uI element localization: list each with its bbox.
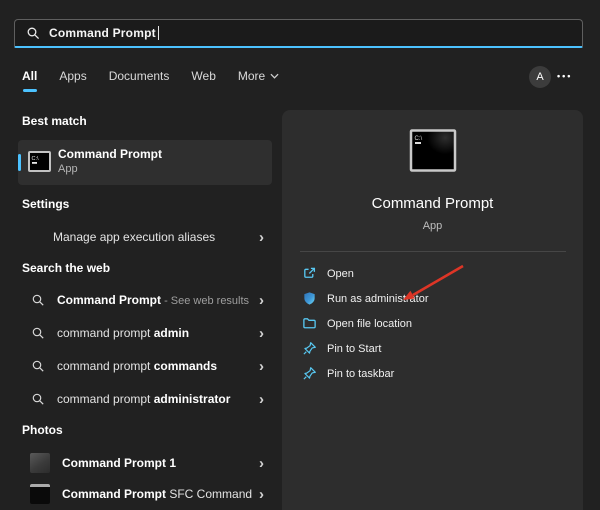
action-open-file-location[interactable]: Open file location	[282, 311, 583, 336]
web-suggestion-label: command prompt admin	[57, 326, 189, 340]
tab-more[interactable]: More	[238, 69, 279, 92]
photo-result-1[interactable]: Command Prompt 1 ›	[18, 448, 272, 478]
search-input[interactable]: Command Prompt	[49, 26, 156, 40]
preview-title: Command Prompt	[282, 195, 583, 212]
chevron-right-icon: ›	[259, 392, 264, 407]
tab-underline	[23, 89, 37, 92]
command-prompt-icon-large: C:\	[409, 129, 456, 177]
account-avatar[interactable]: A	[529, 66, 551, 88]
chevron-right-icon: ›	[259, 293, 264, 308]
pin-icon	[302, 341, 317, 356]
photo-thumbnail	[30, 453, 50, 473]
photo-thumbnail	[30, 484, 50, 504]
tab-all-label: All	[22, 69, 37, 83]
web-suggestion-label: command prompt administrator	[57, 392, 230, 406]
tab-web-label: Web	[191, 69, 215, 83]
web-suggestion-see-results[interactable]: Command Prompt - See web results ›	[18, 285, 272, 315]
tab-all[interactable]: All	[22, 69, 37, 92]
photo-label: Command Prompt SFC Command	[62, 487, 252, 501]
action-run-as-administrator[interactable]: Run as administrator	[282, 286, 583, 311]
more-options-icon[interactable]: •••	[557, 66, 572, 88]
web-suggestion-administrator[interactable]: command prompt administrator ›	[18, 384, 272, 414]
settings-item-label: Manage app execution aliases	[53, 230, 215, 244]
search-icon	[26, 26, 40, 40]
best-match-item[interactable]: C:\ Command Prompt App	[18, 140, 272, 185]
tab-documents-label: Documents	[109, 69, 170, 83]
action-pin-to-start[interactable]: Pin to Start	[282, 336, 583, 361]
divider	[300, 251, 566, 252]
web-suggestion-commands[interactable]: command prompt commands ›	[18, 351, 272, 381]
tab-apps-label: Apps	[59, 69, 86, 83]
svg-text:C:\: C:\	[414, 136, 422, 142]
search-web-heading: Search the web	[22, 261, 110, 275]
action-label: Pin to taskbar	[327, 368, 394, 380]
photo-result-2[interactable]: Command Prompt SFC Command ›	[18, 479, 272, 509]
action-label: Run as administrator	[327, 293, 429, 305]
folder-icon	[302, 316, 317, 331]
svg-text:C:\: C:\	[32, 156, 40, 162]
web-suggestion-label: command prompt commands	[57, 359, 217, 373]
command-prompt-icon: C:\	[28, 151, 51, 177]
search-icon	[31, 359, 45, 373]
preview-subtitle: App	[282, 220, 583, 232]
photos-heading: Photos	[22, 423, 63, 437]
tab-documents[interactable]: Documents	[109, 69, 170, 92]
selection-indicator	[18, 154, 21, 171]
settings-heading: Settings	[22, 197, 69, 211]
action-pin-to-taskbar[interactable]: Pin to taskbar	[282, 361, 583, 386]
chevron-right-icon: ›	[259, 359, 264, 374]
text-caret	[158, 26, 159, 40]
pin-icon	[302, 366, 317, 381]
action-label: Open file location	[327, 318, 412, 330]
tab-apps[interactable]: Apps	[59, 69, 86, 92]
tab-web[interactable]: Web	[191, 69, 215, 92]
windows-search-flyout: Command Prompt All Apps Documents Web Mo…	[0, 0, 600, 510]
web-suggestion-admin[interactable]: command prompt admin ›	[18, 318, 272, 348]
settings-item-aliases[interactable]: Manage app execution aliases ›	[18, 222, 272, 252]
best-match-title: Command Prompt	[58, 147, 162, 161]
web-suggestion-label: Command Prompt - See web results	[57, 293, 249, 307]
search-box[interactable]: Command Prompt	[14, 19, 583, 48]
action-open[interactable]: Open	[282, 261, 583, 286]
action-label: Pin to Start	[327, 343, 381, 355]
tab-more-label: More	[238, 69, 265, 83]
filter-tabs: All Apps Documents Web More	[22, 69, 279, 92]
chevron-right-icon: ›	[259, 230, 264, 245]
search-icon	[31, 293, 45, 307]
shield-icon	[302, 291, 317, 306]
chevron-down-icon	[270, 73, 279, 79]
chevron-right-icon: ›	[259, 326, 264, 341]
chevron-right-icon: ›	[259, 456, 264, 471]
open-external-icon	[302, 266, 317, 281]
best-match-heading: Best match	[22, 114, 87, 128]
search-icon	[31, 326, 45, 340]
action-label: Open	[327, 268, 354, 280]
best-match-subtitle: App	[58, 163, 78, 175]
photo-label: Command Prompt 1	[62, 456, 176, 470]
preview-panel: C:\ Command Prompt App Open Run as admin…	[282, 110, 583, 510]
search-icon	[31, 392, 45, 406]
action-list: Open Run as administrator Open file loca…	[282, 261, 583, 386]
chevron-right-icon: ›	[259, 487, 264, 502]
